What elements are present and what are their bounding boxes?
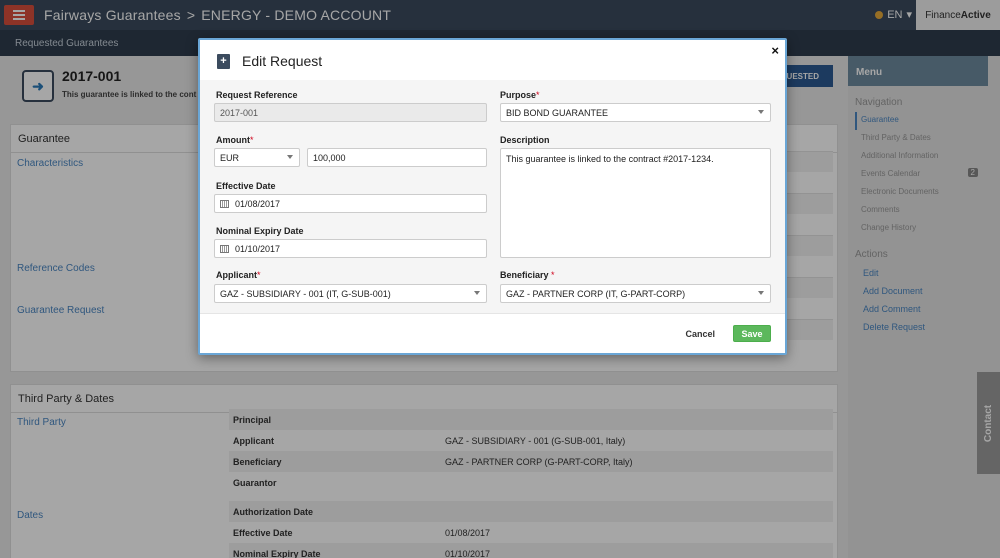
modal-body: Request Reference 2017-001 Purpose* BID … <box>200 80 785 313</box>
modal-header: + Edit Request × <box>200 40 785 80</box>
purpose-select[interactable]: BID BOND GUARANTEE <box>500 103 771 122</box>
chevron-down-icon <box>287 155 293 159</box>
chevron-down-icon <box>758 110 764 114</box>
beneficiary-label: Beneficiary * <box>500 270 555 280</box>
description-textarea[interactable]: This guarantee is linked to the contract… <box>500 148 771 258</box>
amount-label: Amount* <box>216 135 254 145</box>
request-reference-label: Request Reference <box>216 90 298 100</box>
nominal-expiry-date-label: Nominal Expiry Date <box>216 226 304 236</box>
effective-date-input[interactable]: 01/08/2017 <box>214 194 487 213</box>
currency-select[interactable]: EUR <box>214 148 300 167</box>
modal-footer: Cancel Save <box>200 313 785 353</box>
applicant-select[interactable]: GAZ - SUBSIDIARY - 001 (IT, G-SUB-001) <box>214 284 487 303</box>
nominal-expiry-date-input[interactable]: 01/10/2017 <box>214 239 487 258</box>
description-label: Description <box>500 135 550 145</box>
cancel-button[interactable]: Cancel <box>685 329 715 339</box>
chevron-down-icon <box>474 291 480 295</box>
applicant-label: Applicant* <box>216 270 261 280</box>
purpose-label: Purpose* <box>500 90 540 100</box>
amount-input[interactable]: 100,000 <box>307 148 487 167</box>
save-button[interactable]: Save <box>733 325 771 342</box>
request-reference-field: 2017-001 <box>214 103 487 122</box>
chevron-down-icon <box>758 291 764 295</box>
document-add-icon: + <box>217 54 230 69</box>
close-icon[interactable]: × <box>771 43 779 58</box>
calendar-icon[interactable] <box>220 199 229 208</box>
effective-date-label: Effective Date <box>216 181 276 191</box>
beneficiary-select[interactable]: GAZ - PARTNER CORP (IT, G-PART-CORP) <box>500 284 771 303</box>
modal-title: Edit Request <box>242 53 323 69</box>
calendar-icon[interactable] <box>220 244 229 253</box>
edit-request-modal: + Edit Request × Request Reference 2017-… <box>198 38 787 355</box>
